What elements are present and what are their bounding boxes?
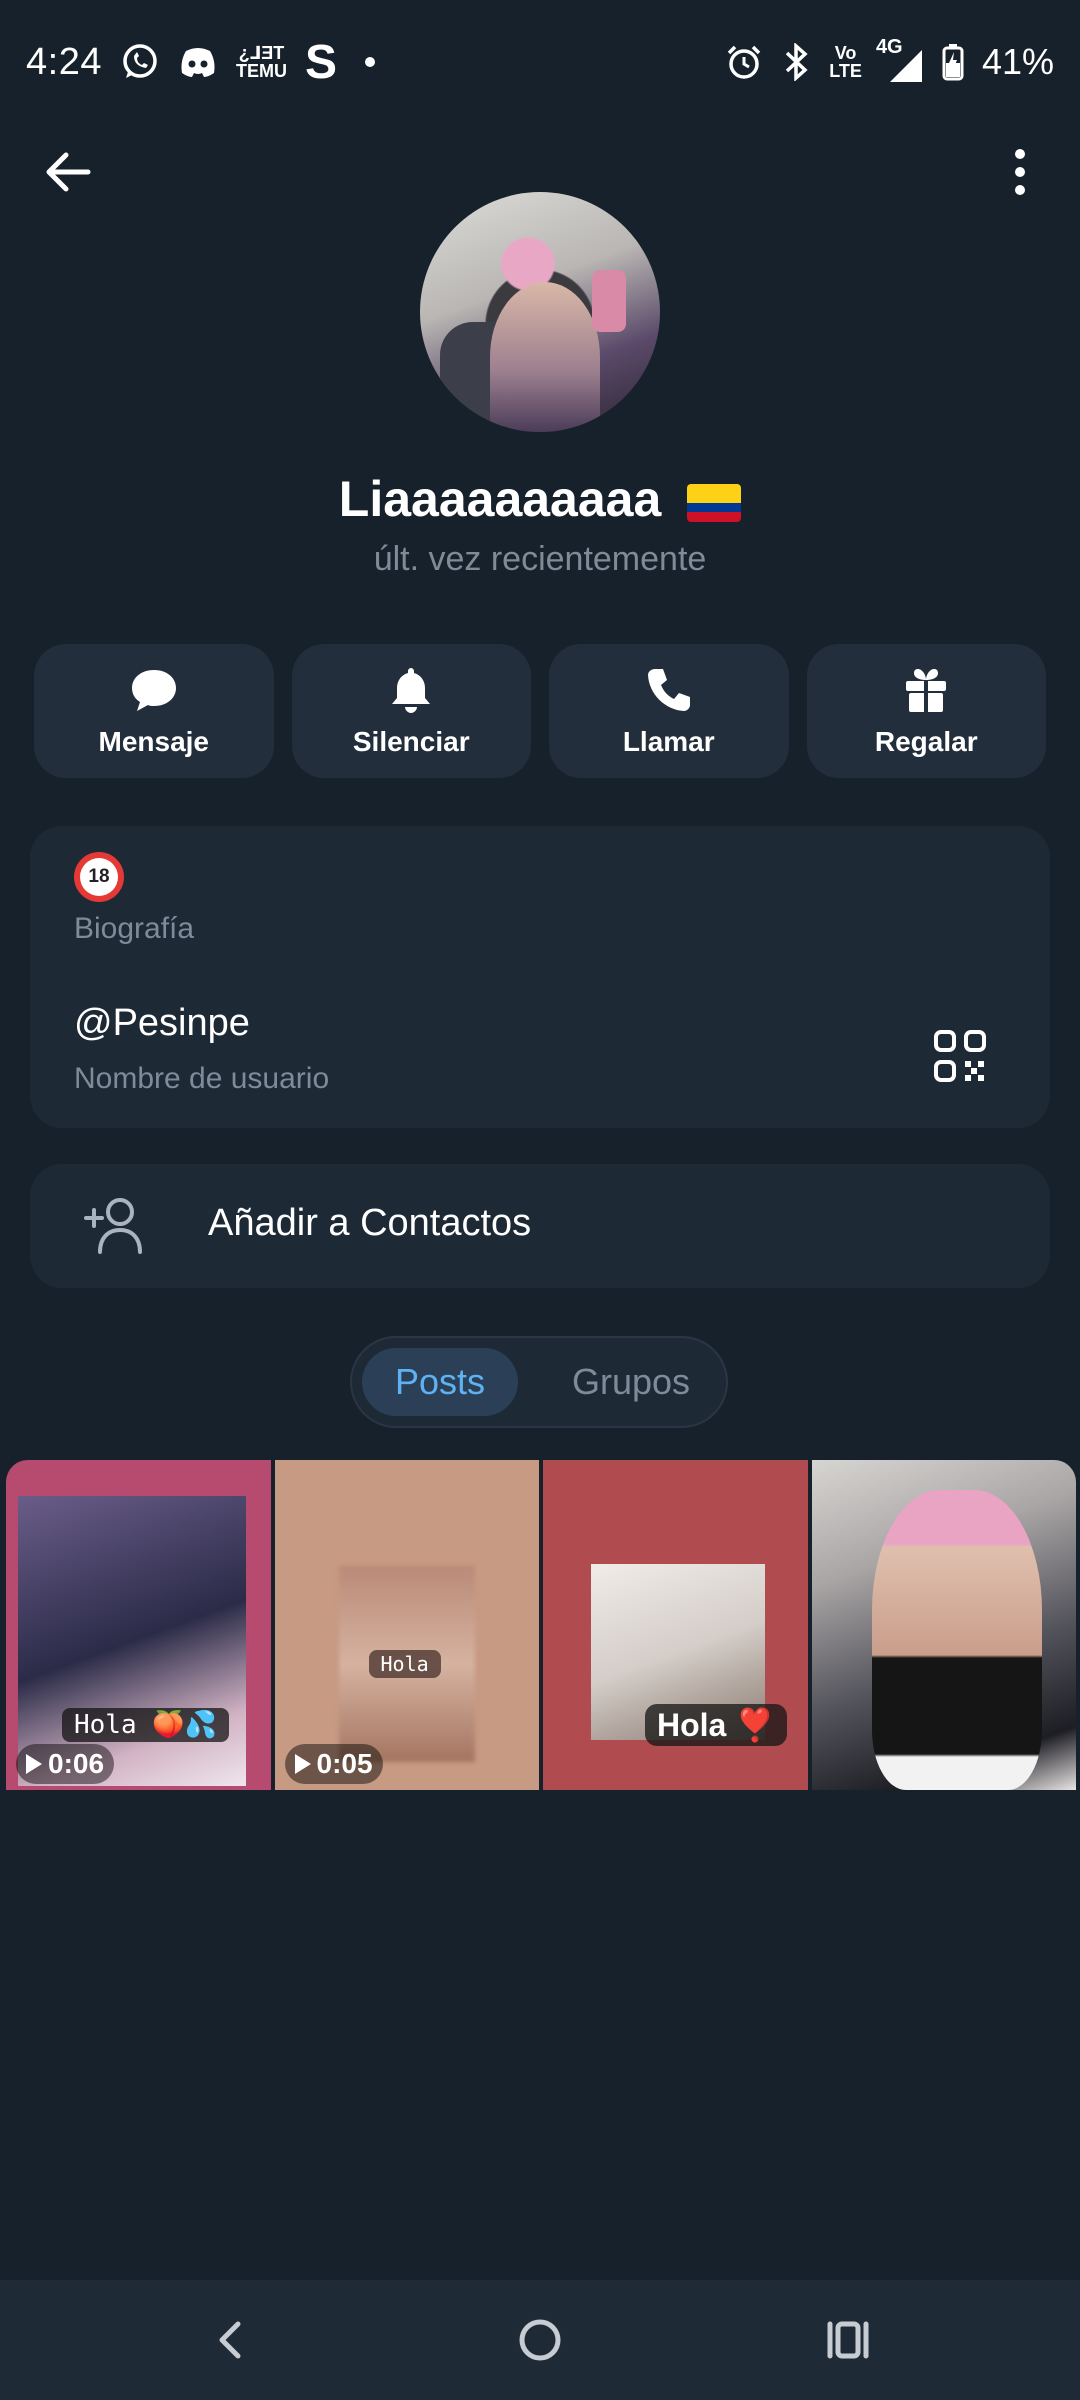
nav-home-button[interactable] [504, 2304, 576, 2376]
video-duration-badge: 0:05 [284, 1744, 383, 1784]
avatar-photo-phone [592, 270, 626, 332]
post-tile[interactable]: Hola ❣️ [543, 1460, 808, 1790]
post-tile[interactable]: Hola 0:05 [274, 1460, 539, 1790]
alarm-icon [725, 43, 763, 81]
add-person-icon [84, 1198, 142, 1254]
volte-icon: Vo LTE [829, 44, 862, 80]
gift-icon [906, 669, 947, 712]
notification-dot [364, 57, 375, 67]
temu-icon: ¿⅃ƎT TEMU [236, 44, 287, 80]
profile-name-row: Liaaaaaaaaaa [0, 470, 1080, 528]
battery-charging-icon [942, 43, 964, 81]
whatsapp-icon [120, 42, 160, 82]
status-bar-right: Vo LTE 4G 41% [725, 36, 1054, 83]
tab-groups[interactable]: Grupos [548, 1348, 714, 1416]
arrow-left-icon [46, 152, 91, 192]
call-button[interactable]: Llamar [549, 644, 789, 778]
status-time: 4:24 [26, 40, 102, 83]
info-card: 18 Biografía @Pesinpe Nombre de usuario [30, 826, 1050, 1128]
add-to-contacts-label: Añadir a Contactos [208, 1202, 532, 1244]
avatar-photo-figure [490, 282, 600, 432]
video-duration: 0:06 [48, 1748, 105, 1779]
gift-button-label: Regalar [874, 726, 978, 757]
more-vertical-icon-dot [1015, 185, 1025, 195]
back-button[interactable] [38, 142, 98, 202]
phone-icon [647, 669, 690, 711]
video-duration-badge: 0:06 [16, 1744, 115, 1784]
add-to-contacts-button[interactable]: Añadir a Contactos [30, 1164, 1050, 1288]
signal-icon: 4G [876, 36, 924, 82]
nav-back-icon [219, 2321, 241, 2359]
play-icon [26, 1754, 42, 1774]
nav-recents-icon [827, 2321, 869, 2359]
post-tile[interactable]: Hola 🍑💦 0:06 [6, 1460, 271, 1790]
call-button-label: Llamar [622, 726, 715, 757]
post-thumbnail [18, 1496, 246, 1786]
profile-tabs: Posts Grupos [350, 1336, 728, 1428]
last-seen-status: últ. vez recientemente [373, 540, 707, 578]
mute-button-label: Silenciar [352, 726, 470, 757]
play-icon [294, 1754, 311, 1774]
tab-posts[interactable]: Posts [362, 1348, 518, 1416]
discord-icon [178, 45, 218, 79]
post-caption: Hola [368, 1650, 441, 1678]
message-button[interactable]: Mensaje [34, 644, 274, 778]
more-vertical-icon-dot [1015, 167, 1025, 177]
bell-icon [392, 668, 431, 713]
no-under-18-emoji-inner: 18 [80, 858, 118, 896]
qr-code-button[interactable] [932, 1028, 988, 1084]
video-duration: 0:05 [316, 1748, 373, 1779]
temu-icon-top: ¿⅃ƎT [238, 43, 285, 63]
more-options-button[interactable] [990, 142, 1050, 202]
volte-vo: Vo [834, 43, 857, 63]
post-caption: Hola ❣️ [645, 1704, 788, 1746]
no-under-18-emoji: 18 [74, 852, 124, 902]
temu-icon-bottom: TEMU [235, 61, 287, 81]
bio-label: Biografía [74, 912, 195, 945]
nav-home-icon [519, 2319, 561, 2361]
posts-grid: Hola 🍑💦 0:06 Hola 0:05 Hola ❣️ [6, 1460, 1076, 1790]
status-bar-left: 4:24 ¿⅃ƎT TEMU S [26, 35, 375, 90]
profile-actions: Mensaje Silenciar Llamar Regalar [34, 644, 1046, 778]
volte-lte: LTE [829, 61, 862, 81]
post-caption: Hola 🍑💦 [62, 1708, 230, 1742]
username[interactable]: @Pesinpe [74, 1002, 250, 1045]
system-nav-bar [0, 2280, 1080, 2400]
gift-button[interactable]: Regalar [806, 644, 1046, 778]
profile-name: Liaaaaaaaaaa [338, 471, 662, 527]
nav-back-button[interactable] [194, 2304, 266, 2376]
message-button-label: Mensaje [98, 726, 210, 757]
post-thumbnail [871, 1490, 1042, 1790]
qr-code-icon [934, 1030, 986, 1082]
chat-bubble-icon [131, 670, 176, 711]
status-bar: 4:24 ¿⅃ƎT TEMU S Vo LTE 4G 41% [0, 0, 1080, 124]
s-icon: S [304, 35, 337, 89]
mute-button[interactable]: Silenciar [291, 644, 531, 778]
battery-percent: 41% [981, 41, 1054, 82]
bluetooth-icon [781, 43, 811, 81]
nav-recents-button[interactable] [812, 2304, 884, 2376]
username-label: Nombre de usuario [74, 1062, 330, 1095]
colombia-flag-icon [687, 483, 742, 522]
more-vertical-icon [1015, 149, 1025, 159]
profile-avatar[interactable] [420, 192, 660, 432]
post-tile[interactable] [811, 1460, 1076, 1790]
